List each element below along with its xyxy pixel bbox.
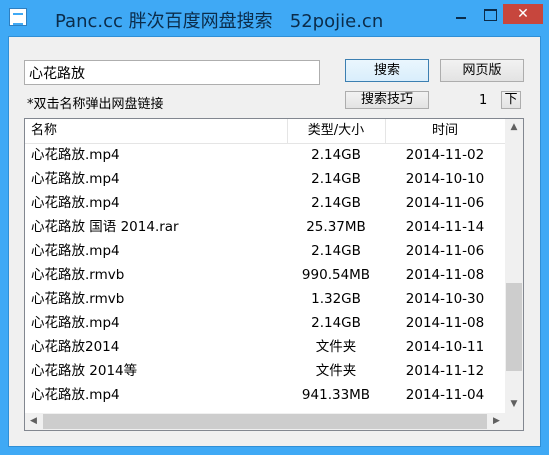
web-version-button[interactable]: 网页版 <box>440 59 524 82</box>
row-size: 1.32GB <box>311 291 361 307</box>
row-size: 25.37MB <box>306 219 366 235</box>
list-row[interactable]: 心花路放.mp4 2.14GB 2014-11-06 <box>25 191 505 215</box>
list-row[interactable]: 心花路放.mp4 2.14GB 2014-10-10 <box>25 167 505 191</box>
window-title: Panc.cc 胖次百度网盘搜索 52pojie.cn <box>55 11 384 32</box>
row-size: 文件夹 <box>315 339 357 355</box>
scroll-right-icon[interactable]: ▶ <box>488 413 505 430</box>
horizontal-scroll-thumb[interactable] <box>43 414 487 429</box>
row-size: 2.14GB <box>311 243 361 259</box>
row-time: 2014-11-06 <box>405 243 485 259</box>
list-header: 名称 类型/大小 时间 <box>25 119 505 144</box>
close-button[interactable]: ✕ <box>503 4 543 24</box>
row-time: 2014-11-08 <box>405 267 485 283</box>
row-size: 2.14GB <box>311 171 361 187</box>
next-page-button[interactable]: 下 <box>501 91 521 109</box>
row-name: 心花路放 2014等 <box>31 363 138 379</box>
row-size: 2.14GB <box>311 195 361 211</box>
page-number: 1 <box>479 93 488 108</box>
app-icon <box>9 8 27 26</box>
row-time: 2014-11-12 <box>405 363 485 379</box>
list-row[interactable]: 心花路放2014 文件夹 2014-10-11 <box>25 335 505 359</box>
row-name: 心花路放.rmvb <box>31 267 125 283</box>
list-row[interactable]: 心花路放.mp4 2.14GB 2014-11-06 <box>25 239 505 263</box>
app-window: Panc.cc 胖次百度网盘搜索 52pojie.cn ✕ 搜索 网页版 *双击… <box>0 0 549 455</box>
list-row[interactable]: 心花路放.mp4 941.33MB 2014-11-04 <box>25 383 505 407</box>
title-bar[interactable]: Panc.cc 胖次百度网盘搜索 52pojie.cn ✕ <box>0 0 549 36</box>
scroll-up-icon[interactable]: ▲ <box>505 119 523 136</box>
row-time: 2014-10-11 <box>405 339 485 355</box>
row-name: 心花路放 国语 2014.rar <box>31 219 179 235</box>
client-area: 搜索 网页版 *双击名称弹出网盘链接 搜索技巧 1 下 名称 类型/大小 时间 … <box>8 36 541 447</box>
maximize-icon <box>484 9 497 21</box>
search-tips-button[interactable]: 搜索技巧 <box>345 91 429 109</box>
search-input[interactable] <box>24 60 320 85</box>
row-time: 2014-11-08 <box>405 315 485 331</box>
row-size: 2.14GB <box>311 315 361 331</box>
row-name: 心花路放.mp4 <box>31 387 120 403</box>
row-time: 2014-11-02 <box>405 147 485 163</box>
row-name: 心花路放2014 <box>31 339 120 355</box>
row-name: 心花路放.mp4 <box>31 171 120 187</box>
row-name: 心花路放.mp4 <box>31 195 120 211</box>
scrollbar-corner <box>505 413 523 430</box>
row-time: 2014-11-14 <box>405 219 485 235</box>
column-header-size[interactable]: 类型/大小 <box>287 119 385 143</box>
row-time: 2014-10-10 <box>405 171 485 187</box>
minimize-icon <box>456 17 466 19</box>
list-row[interactable]: 心花路放.mp4 2.14GB 2014-11-08 <box>25 311 505 335</box>
horizontal-scrollbar[interactable]: ◀ ▶ <box>25 413 505 430</box>
row-name: 心花路放.mp4 <box>31 243 120 259</box>
list-rows: 心花路放.mp4 2.14GB 2014-11-02 心花路放.mp4 2.14GB 2… <box>25 143 505 407</box>
list-row[interactable]: 心花路放 2014等 文件夹 2014-11-12 <box>25 359 505 383</box>
row-time: 2014-10-30 <box>405 291 485 307</box>
column-header-time[interactable]: 时间 <box>385 119 505 143</box>
list-row[interactable]: 心花路放 国语 2014.rar 25.37MB 2014-11-14 <box>25 215 505 239</box>
row-size: 941.33MB <box>301 387 371 403</box>
row-size: 2.14GB <box>311 147 361 163</box>
row-name: 心花路放.mp4 <box>31 315 120 331</box>
row-size: 文件夹 <box>315 363 357 379</box>
column-header-name[interactable]: 名称 <box>31 119 57 143</box>
vertical-scroll-thumb[interactable] <box>506 283 522 371</box>
scroll-left-icon[interactable]: ◀ <box>25 413 42 430</box>
minimize-button[interactable] <box>448 4 474 24</box>
list-row[interactable]: 心花路放.mp4 2.14GB 2014-11-02 <box>25 143 505 167</box>
row-time: 2014-11-06 <box>405 195 485 211</box>
list-row[interactable]: 心花路放.rmvb 1.32GB 2014-10-30 <box>25 287 505 311</box>
double-click-hint: *双击名称弹出网盘链接 <box>27 97 164 112</box>
row-size: 990.54MB <box>301 267 371 283</box>
row-name: 心花路放.mp4 <box>31 147 120 163</box>
search-button[interactable]: 搜索 <box>345 59 429 82</box>
results-list[interactable]: 名称 类型/大小 时间 心花路放.mp4 2.14GB 2014-11-02 心花路… <box>24 118 524 431</box>
maximize-button[interactable] <box>477 4 503 24</box>
row-name: 心花路放.rmvb <box>31 291 125 307</box>
vertical-scrollbar[interactable]: ▲ ▼ <box>505 119 523 413</box>
scroll-down-icon[interactable]: ▼ <box>505 396 523 413</box>
row-time: 2014-11-04 <box>405 387 485 403</box>
list-row[interactable]: 心花路放.rmvb 990.54MB 2014-11-08 <box>25 263 505 287</box>
